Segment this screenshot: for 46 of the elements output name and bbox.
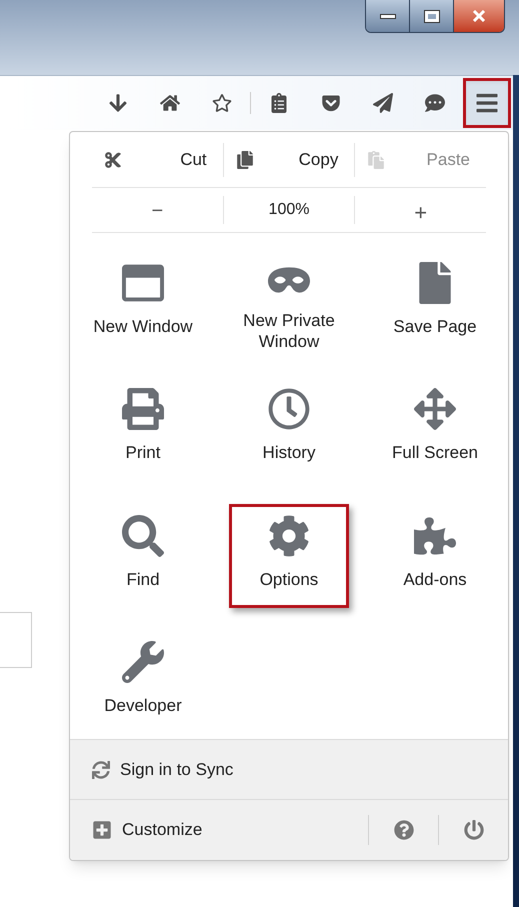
paper-plane-icon (373, 93, 393, 113)
clock-icon (268, 388, 310, 430)
minimize-button[interactable] (366, 0, 410, 32)
plus-icon (92, 820, 112, 840)
sync-icon (92, 760, 110, 778)
customize-button[interactable]: Customize (70, 800, 368, 860)
settings-icon (268, 514, 310, 556)
close-button[interactable] (454, 0, 504, 32)
arrows-icon (414, 388, 456, 430)
menu-icon (475, 91, 499, 115)
edit-button[interactable]: Copy (222, 142, 354, 176)
zoom-in-button[interactable]: + (355, 196, 486, 224)
search-icon (122, 514, 164, 556)
puzzle-icon (414, 514, 456, 556)
printer-icon (122, 388, 164, 430)
pocket-icon (321, 93, 341, 113)
close-icon (472, 10, 486, 22)
power-icon (464, 820, 484, 840)
menu-button[interactable] (463, 78, 511, 128)
edit-button[interactable]: Cut (92, 142, 223, 176)
zoom-reset-button[interactable]: 100% (222, 196, 356, 224)
chat-icon (425, 93, 445, 113)
menu-item[interactable]: History (229, 377, 349, 482)
window-icon (122, 262, 164, 304)
copy-icon (236, 150, 254, 168)
clipboard-icon (269, 93, 289, 113)
menu-item[interactable]: Developer (83, 630, 203, 734)
menu-item[interactable]: Options (229, 504, 349, 608)
menu-item[interactable]: Full Screen (375, 377, 495, 482)
menu-item[interactable]: Save Page (375, 251, 495, 355)
star-icon (212, 93, 232, 113)
maximize-button[interactable] (410, 0, 454, 32)
menu-item[interactable]: Find (83, 504, 203, 608)
sync-button[interactable]: Sign in to Sync (70, 740, 508, 800)
wrench-icon (122, 640, 164, 683)
menu-item[interactable]: New Private Window (229, 251, 349, 355)
menu-item[interactable]: Add-ons (375, 504, 495, 608)
scissors-icon (104, 150, 122, 168)
menu-item[interactable]: Print (83, 377, 203, 482)
help-icon (394, 820, 414, 840)
address-field[interactable] (0, 612, 32, 668)
home-icon (160, 93, 180, 113)
download-icon (108, 93, 128, 113)
clipboard-icon (367, 150, 386, 168)
zoom-out-button[interactable]: − (92, 196, 223, 224)
menu-item[interactable]: New Window (83, 251, 203, 355)
